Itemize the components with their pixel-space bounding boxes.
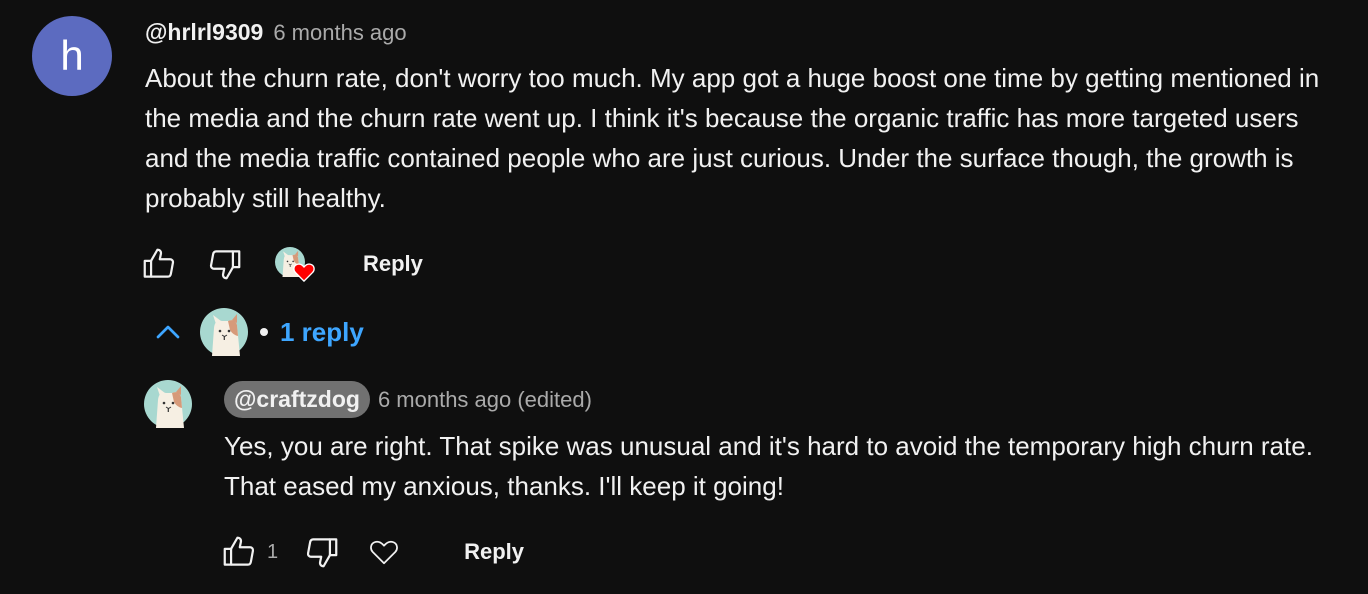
dislike-button[interactable] [302,532,342,572]
creator-heart-icon [293,263,315,282]
heart-icon [370,540,398,565]
separator-dot [260,328,268,336]
thumbs-up-icon [223,536,255,566]
comment-header: @hrlrl9309 6 months ago [145,19,407,46]
avatar[interactable]: h [32,16,112,96]
thumbs-down-icon [307,538,338,568]
reply-button[interactable]: Reply [363,251,423,277]
comment-action-bar: Reply [139,244,423,284]
reply-timestamp[interactable]: 6 months ago (edited) [378,387,592,413]
reply-action-bar: 1 Reply [219,532,524,572]
dislike-button[interactable] [205,244,245,284]
replies-count-label[interactable]: 1 reply [280,317,364,348]
reply-author[interactable]: @craftzdog [224,381,370,418]
comment-text: About the churn rate, don't worry too mu… [145,63,1320,213]
replies-toggle[interactable]: 1 reply [148,308,364,356]
thumbs-up-icon [143,248,175,278]
avatar[interactable] [144,380,192,428]
like-count: 1 [267,540,279,563]
reply-button[interactable]: Reply [464,539,524,565]
chevron-up-icon [156,325,180,339]
like-button[interactable] [219,532,259,572]
avatar [200,308,248,356]
like-button[interactable] [139,244,179,284]
reply-header: @craftzdog 6 months ago (edited) [224,381,592,418]
comment-author[interactable]: @hrlrl9309 [145,19,263,46]
reply-text: Yes, you are right. That spike was unusu… [224,431,1313,501]
comment-timestamp[interactable]: 6 months ago [273,20,406,46]
thumbs-down-icon [209,250,241,280]
heart-button[interactable] [364,532,404,572]
creator-heart[interactable] [273,244,319,284]
